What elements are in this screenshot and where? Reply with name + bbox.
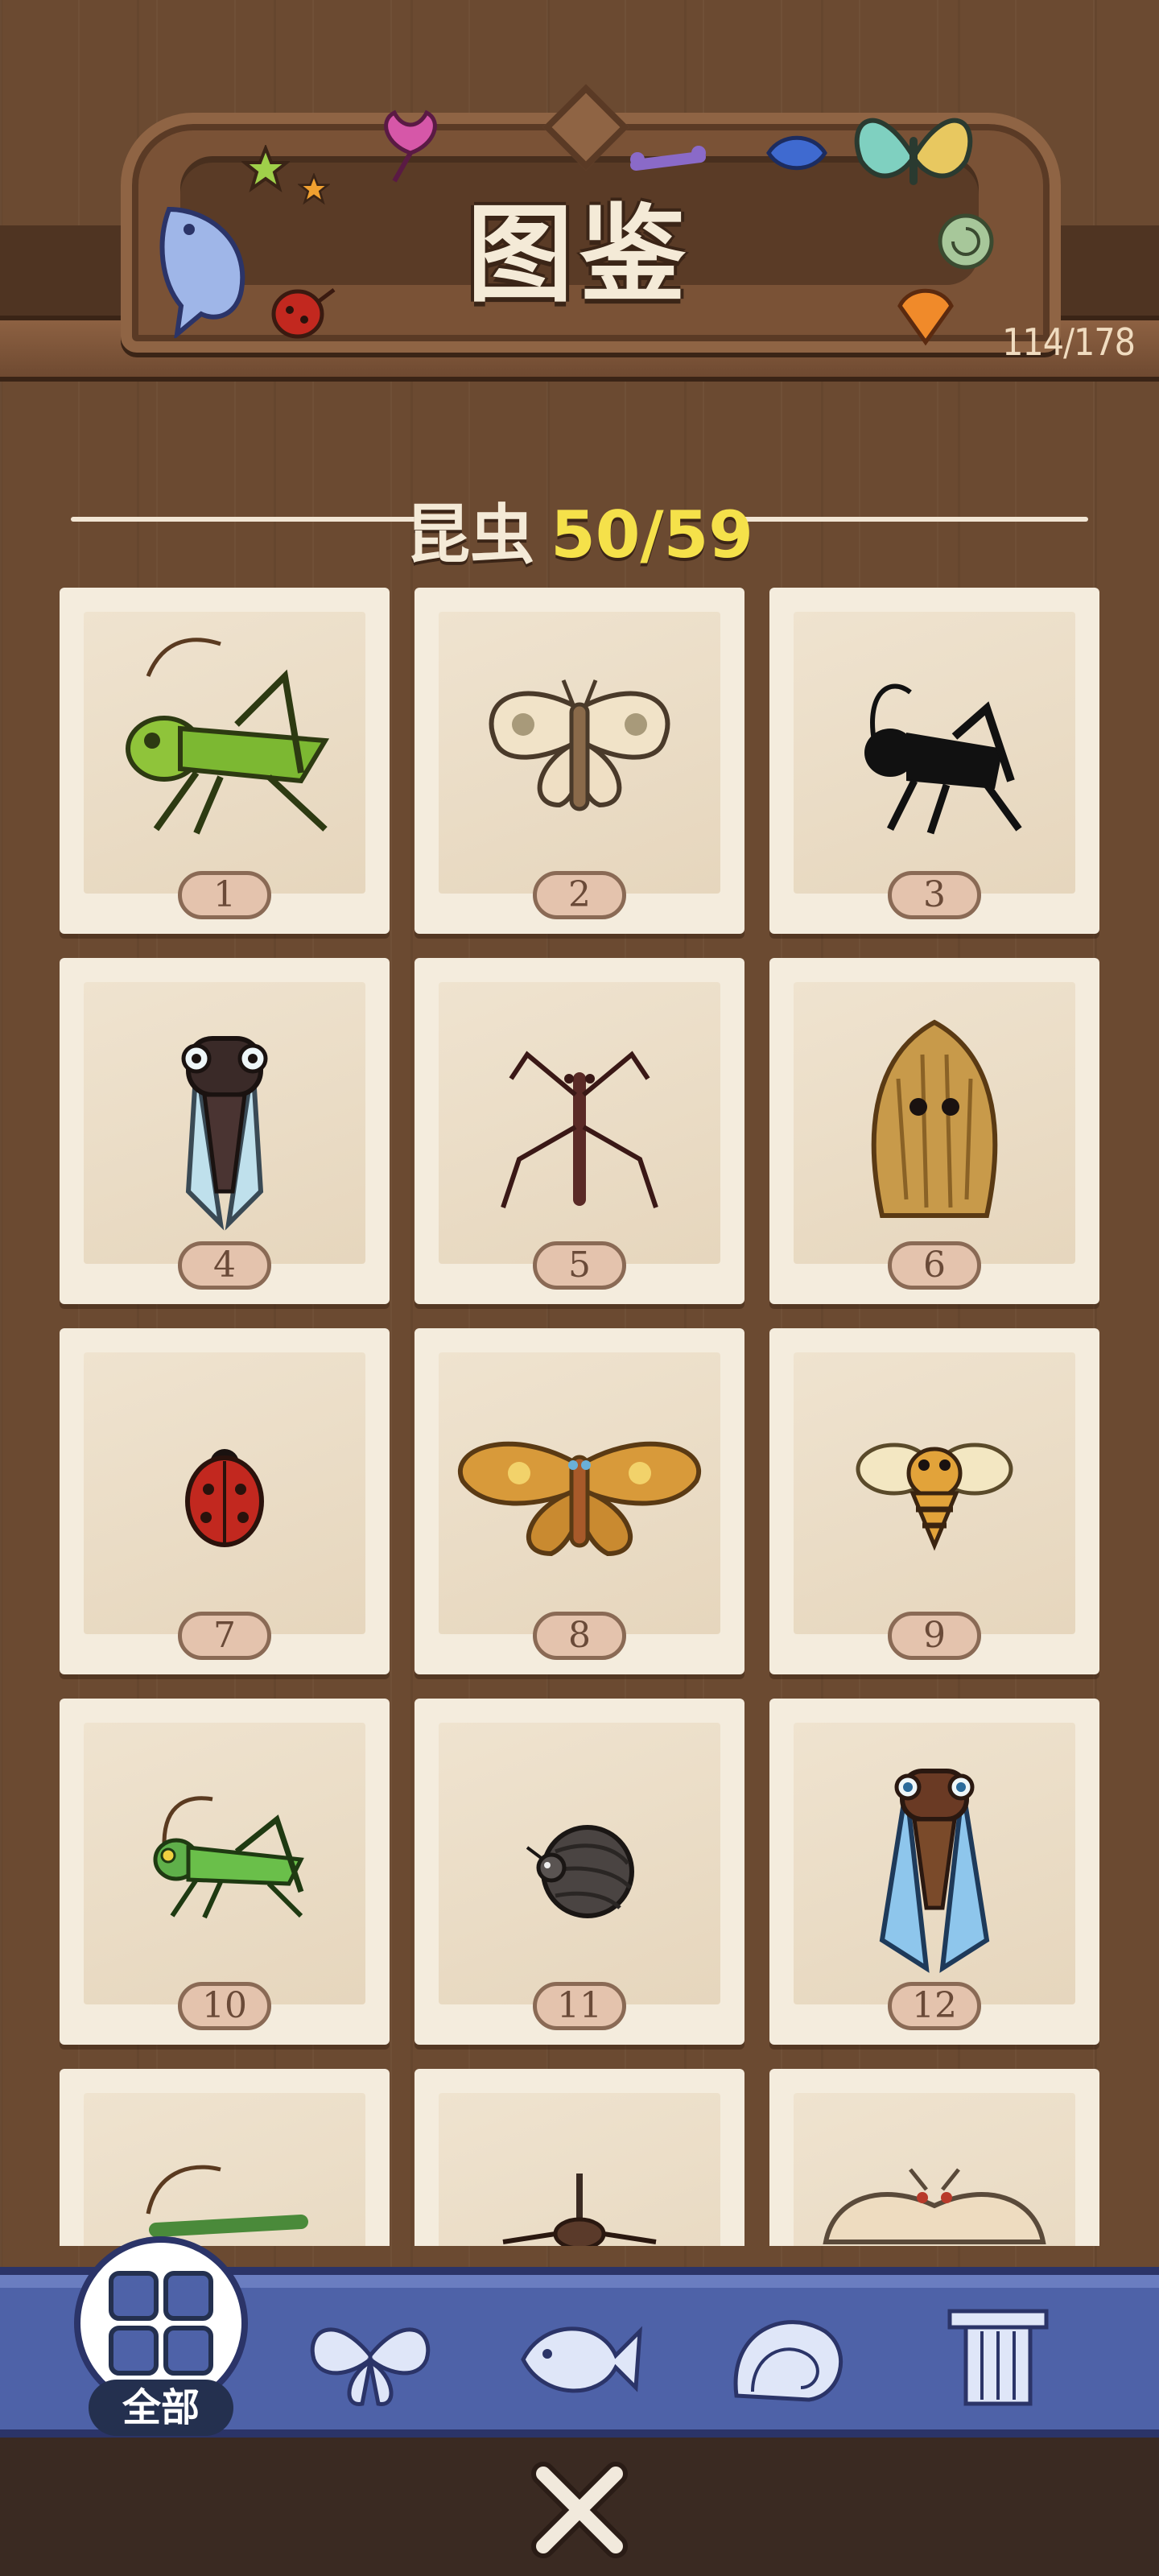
beetle-icon [502, 2174, 657, 2246]
category-tab-bar: 全部 [0, 2243, 1159, 2438]
card-number: 9 [888, 1612, 981, 1660]
collection-count: 114/178 [1002, 320, 1136, 364]
collection-card[interactable]: 11 [415, 1699, 744, 2045]
card-number: 6 [888, 1241, 981, 1290]
card-number: 4 [178, 1241, 271, 1290]
tab-fish[interactable] [511, 2299, 648, 2420]
footer [0, 2438, 1159, 2576]
collection-card[interactable]: 14 [415, 2069, 744, 2246]
ladybug-decoration-icon [271, 288, 336, 339]
card-number: 12 [888, 1982, 981, 2030]
card-number: 3 [888, 871, 981, 919]
tab-shells[interactable] [720, 2299, 857, 2420]
collection-card[interactable]: 13 [60, 2069, 390, 2246]
scallop-decoration-icon [897, 288, 954, 346]
ammonite-decoration-icon [938, 213, 994, 270]
collection-card[interactable]: 2 [415, 588, 744, 934]
leaf-decoration-icon [766, 135, 827, 171]
collection-card[interactable]: 5 [415, 958, 744, 1304]
tab-all[interactable]: 全部 [80, 2243, 241, 2436]
tab-relics[interactable] [930, 2299, 1066, 2420]
section-count: 50/59 [551, 497, 753, 572]
card-number: 1 [178, 871, 271, 919]
silk-moth-icon [823, 2168, 1046, 2244]
collection-grid-viewport[interactable]: 1 2 3 4 5 6 7 8 9 10 11 12 [0, 588, 1159, 2246]
section-label: 昆虫 50/59 [0, 483, 1159, 576]
butterfly-tab-icon [310, 2327, 431, 2406]
close-icon[interactable] [523, 2462, 636, 2558]
shell-tab-icon [733, 2320, 843, 2402]
tab-all-label: 全部 [89, 2380, 233, 2436]
card-number: 5 [533, 1241, 626, 1290]
tab-insects[interactable] [302, 2299, 439, 2420]
section-name: 昆虫 [406, 497, 535, 572]
collection-card[interactable]: 1 [60, 588, 390, 934]
small-star-decoration-icon [298, 173, 330, 205]
collection-card[interactable]: 9 [769, 1328, 1099, 1674]
card-number: 7 [178, 1612, 271, 1660]
collection-card[interactable]: 6 [769, 958, 1099, 1304]
fish-tab-icon [521, 2326, 642, 2393]
flower-decoration-icon [384, 109, 437, 183]
card-number: 8 [533, 1612, 626, 1660]
collection-card[interactable]: 12 [769, 1699, 1099, 2045]
card-number: 11 [533, 1982, 626, 2030]
collection-card[interactable]: 3 [769, 588, 1099, 934]
pillar-tab-icon [947, 2309, 1049, 2406]
star-decoration-icon [241, 145, 290, 192]
collection-card[interactable]: 4 [60, 958, 390, 1304]
bone-decoration-icon [630, 146, 706, 171]
card-number: 10 [178, 1982, 271, 2030]
collection-card[interactable]: 7 [60, 1328, 390, 1674]
collection-card[interactable]: 15 [769, 2069, 1099, 2246]
collection-card[interactable]: 10 [60, 1699, 390, 2045]
butterfly-decoration-icon [854, 118, 973, 185]
collection-grid: 1 2 3 4 5 6 7 8 9 10 11 12 [60, 588, 1099, 2246]
collection-card[interactable]: 8 [415, 1328, 744, 1674]
section-heading: 昆虫 50/59 [0, 475, 1159, 572]
card-number: 2 [533, 871, 626, 919]
header: 图鉴 114/178 [0, 0, 1159, 382]
fish-decoration-icon [159, 206, 245, 338]
mantis-icon [146, 2165, 308, 2237]
